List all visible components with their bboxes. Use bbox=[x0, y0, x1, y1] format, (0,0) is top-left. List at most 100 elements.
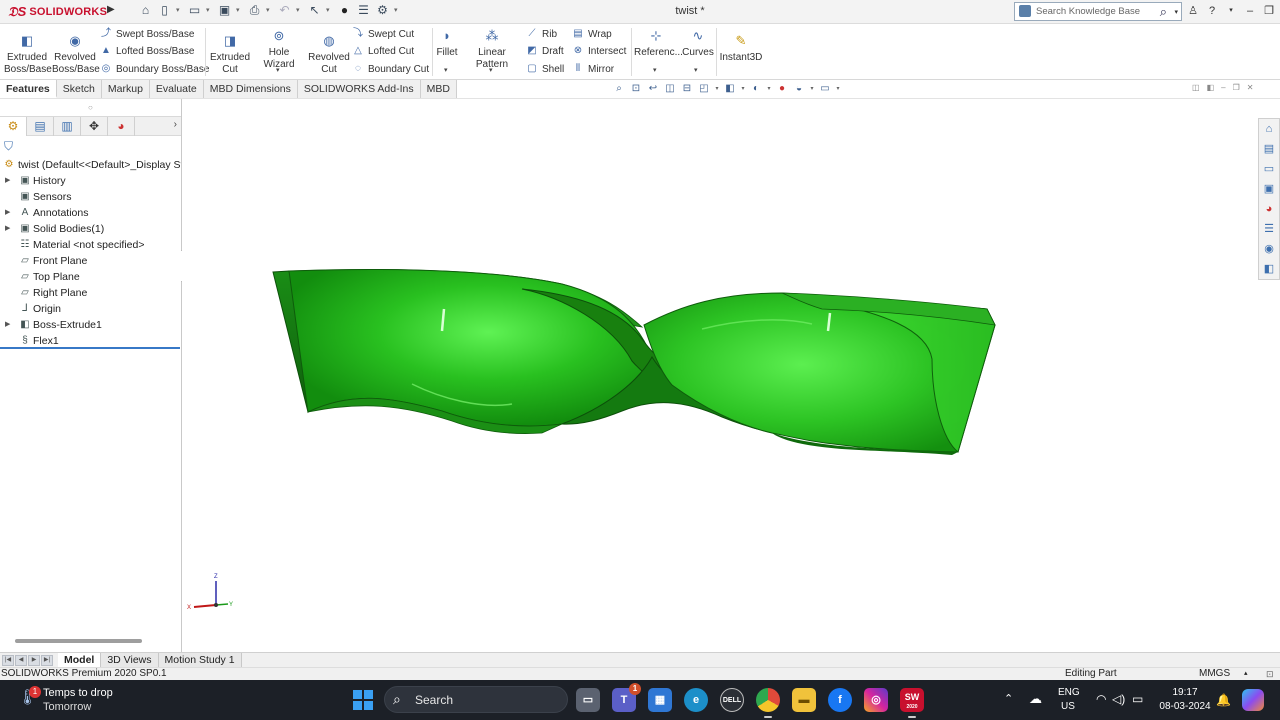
expand-icon[interactable]: ▶ bbox=[5, 173, 10, 189]
linear-pattern-button[interactable]: ⁂ Linear Pattern bbox=[462, 28, 522, 71]
rebuild-icon[interactable]: ● bbox=[337, 3, 352, 18]
restore-icon[interactable]: ❐ bbox=[1263, 4, 1275, 18]
hole-wizard-dropdown-icon[interactable]: ▾ bbox=[276, 66, 280, 74]
undo-icon[interactable]: ↶ bbox=[277, 3, 292, 18]
tree-item-top-plane[interactable]: ▱ Top Plane bbox=[0, 269, 181, 285]
reference-dropdown-icon[interactable]: ▾ bbox=[653, 66, 657, 74]
curves-dropdown-icon[interactable]: ▾ bbox=[694, 66, 698, 74]
tab-evaluate[interactable]: Evaluate bbox=[149, 80, 204, 98]
instagram-icon[interactable]: ◎ bbox=[864, 688, 888, 712]
home-icon[interactable]: ⌂ bbox=[138, 3, 153, 18]
hide-show-items-icon[interactable]: ◐ bbox=[749, 82, 763, 96]
propertymanager-tab-icon[interactable]: ▤ bbox=[27, 117, 54, 136]
dimxpertmanager-tab-icon[interactable]: ✥ bbox=[81, 117, 108, 136]
fillet-button[interactable]: ◗ Fillet bbox=[435, 28, 459, 59]
file-properties-icon[interactable]: ☰ bbox=[356, 3, 371, 18]
hole-wizard-button[interactable]: ⊚ Hole Wizard bbox=[253, 28, 305, 71]
dell-icon[interactable]: DELL bbox=[720, 688, 744, 712]
previous-view-icon[interactable]: ↩ bbox=[646, 82, 660, 96]
panel-horizontal-scrollbar[interactable] bbox=[15, 639, 142, 643]
help-icon[interactable]: ? bbox=[1206, 4, 1218, 18]
tab-features[interactable]: Features bbox=[0, 80, 57, 98]
doc-restore-icon[interactable]: ❐ bbox=[1233, 83, 1240, 92]
hide-show-dropdown-icon[interactable]: ▾ bbox=[766, 82, 772, 96]
teams-icon[interactable]: T1 bbox=[612, 683, 641, 712]
discussion-icon[interactable]: ◧ bbox=[1259, 259, 1279, 279]
tree-item-history[interactable]: ▶ ▣ History bbox=[0, 173, 181, 189]
solidworks-taskbar-icon[interactable]: SW 2020 bbox=[900, 688, 924, 718]
reference-geometry-button[interactable]: ⊹ Referenc... bbox=[634, 28, 683, 59]
section-view-icon[interactable]: ◫ bbox=[663, 82, 677, 96]
search-icon[interactable]: ⌕ bbox=[1160, 3, 1167, 20]
doc-minimize-icon[interactable]: – bbox=[1221, 83, 1225, 92]
first-tab-icon[interactable]: |◀ bbox=[2, 655, 14, 666]
boundary-boss-button[interactable]: ◎ Boundary Boss/Base bbox=[100, 63, 210, 75]
dynamic-annotation-icon[interactable]: ⊟ bbox=[680, 82, 694, 96]
undo-dropdown-icon[interactable]: ▾ bbox=[296, 3, 303, 18]
file-explorer-icon[interactable]: ▬ bbox=[792, 688, 816, 712]
intersect-button[interactable]: ⊗ Intersect bbox=[572, 45, 627, 57]
expand-icon[interactable]: ▶ bbox=[5, 205, 10, 221]
zoom-to-area-icon[interactable]: ⊡ bbox=[629, 82, 643, 96]
tab-sketch[interactable]: Sketch bbox=[56, 80, 102, 98]
tree-item-sensors[interactable]: ▣ Sensors bbox=[0, 189, 181, 205]
instant3d-button[interactable]: ✎ Instant3D bbox=[719, 33, 763, 64]
open-dropdown-icon[interactable]: ▾ bbox=[206, 3, 213, 18]
minimize-icon[interactable]: – bbox=[1244, 4, 1256, 18]
new-dropdown-icon[interactable]: ▾ bbox=[176, 3, 183, 18]
microsoft-store-icon[interactable]: ▦ bbox=[648, 688, 672, 712]
tab-model[interactable]: Model bbox=[58, 653, 102, 667]
copilot-icon[interactable] bbox=[1242, 689, 1264, 711]
expand-icon[interactable]: ▶ bbox=[5, 221, 10, 237]
file-explorer-icon[interactable]: ▣ bbox=[1259, 179, 1279, 199]
display-style-icon[interactable]: ◧ bbox=[723, 82, 737, 96]
notification-bell-icon[interactable]: 🔔 bbox=[1216, 693, 1231, 707]
tree-item-boss-extrude1[interactable]: ▶ ◧ Boss-Extrude1 bbox=[0, 317, 181, 333]
chrome-icon[interactable] bbox=[756, 688, 780, 718]
wrap-button[interactable]: ▤ Wrap bbox=[572, 28, 611, 40]
tab-motion-study-1[interactable]: Motion Study 1 bbox=[158, 653, 242, 667]
extruded-cut-button[interactable]: ◨ Extruded Cut bbox=[208, 33, 252, 76]
view-settings-icon[interactable]: ▭ bbox=[818, 82, 832, 96]
new-icon[interactable]: ▯ bbox=[157, 3, 172, 18]
options-dropdown-icon[interactable]: ▾ bbox=[394, 3, 401, 18]
solidworks-forum-icon[interactable]: ◉ bbox=[1259, 239, 1279, 259]
tab-mbd[interactable]: MBD bbox=[420, 80, 457, 98]
clock[interactable]: 19:17 08-03-2024 bbox=[1156, 686, 1214, 714]
linear-pattern-dropdown-icon[interactable]: ▾ bbox=[489, 66, 493, 74]
panel-grip-icon[interactable]: ○ bbox=[88, 103, 93, 112]
menu-expand-icon[interactable]: ▶ bbox=[107, 4, 115, 15]
save-icon[interactable]: ▣ bbox=[217, 3, 232, 18]
swept-boss-button[interactable]: ⤴ Swept Boss/Base bbox=[100, 28, 194, 40]
facebook-icon[interactable]: f bbox=[828, 688, 852, 712]
solidworks-logo[interactable]: 𝔇S SOLIDWORKS bbox=[8, 4, 107, 20]
doc-pane-icon[interactable]: ◧ bbox=[1207, 83, 1215, 92]
draft-button[interactable]: ◩ Draft bbox=[526, 45, 563, 57]
mirror-button[interactable]: ⫴ Mirror bbox=[572, 63, 614, 75]
curves-button[interactable]: ∿ Curves bbox=[681, 28, 715, 59]
graphics-area[interactable]: Z X Y bbox=[182, 99, 1258, 652]
units-selector[interactable]: MMGS bbox=[1199, 668, 1230, 680]
doc-close-icon[interactable]: ✕ bbox=[1247, 83, 1254, 92]
zoom-to-fit-icon[interactable]: ⌕ bbox=[612, 82, 626, 96]
revolved-cut-button[interactable]: ◍ Revolved Cut bbox=[307, 33, 351, 76]
rollback-bar[interactable] bbox=[0, 347, 180, 349]
featuremanager-tab-icon[interactable]: ⚙ bbox=[0, 117, 27, 136]
filter-icon[interactable]: ⛉ bbox=[4, 139, 13, 154]
save-dropdown-icon[interactable]: ▾ bbox=[236, 3, 243, 18]
tree-item-annotations[interactable]: ▶ A Annotations bbox=[0, 205, 181, 221]
rib-button[interactable]: ⟋ Rib bbox=[526, 28, 558, 40]
apply-scene-icon[interactable]: ◒ bbox=[792, 82, 806, 96]
volume-icon[interactable]: ◁) bbox=[1112, 692, 1125, 706]
doc-tile-icon[interactable]: ◫ bbox=[1192, 83, 1200, 92]
display-style-dropdown-icon[interactable]: ▾ bbox=[740, 82, 746, 96]
units-dropdown-icon[interactable]: ▴ bbox=[1244, 668, 1248, 680]
battery-icon[interactable]: ▭ bbox=[1132, 692, 1143, 706]
revolved-boss-button[interactable]: ◉ Revolved Boss/Base bbox=[52, 33, 100, 76]
view-orientation-dropdown-icon[interactable]: ▾ bbox=[714, 82, 720, 96]
tabs-scroll-right-icon[interactable]: › bbox=[174, 119, 177, 130]
expand-icon[interactable]: ▶ bbox=[5, 317, 10, 333]
tab-3d-views[interactable]: 3D Views bbox=[101, 653, 159, 667]
user-icon[interactable]: ♙ bbox=[1187, 4, 1199, 18]
show-hidden-icons-icon[interactable]: ⌃ bbox=[1004, 692, 1013, 705]
